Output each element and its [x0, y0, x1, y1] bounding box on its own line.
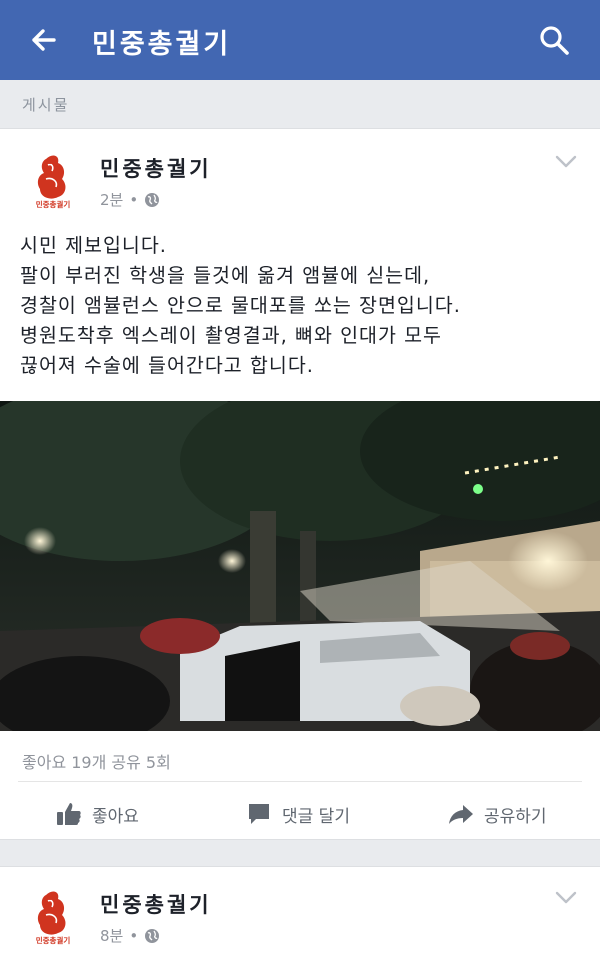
- post-author-name[interactable]: 민중총궐기: [100, 153, 212, 183]
- post-card: 민중총궐기 민중총궐기 2분 • 시민 제보입니다. 팔이 부러진 학생을 들것…: [0, 128, 600, 840]
- arrow-left-icon: [32, 29, 56, 51]
- chevron-down-icon[interactable]: [555, 155, 577, 169]
- post-meta: 8분 •: [100, 925, 160, 946]
- post-text-line: 경찰이 앰뷸런스 안으로 물대포를 쏘는 장면입니다.: [20, 294, 461, 317]
- page-title: 민중총궐기: [92, 29, 232, 60]
- like-button[interactable]: 좋아요: [56, 799, 139, 829]
- share-label: 공유하기: [484, 806, 547, 827]
- post-body-text: 시민 제보입니다. 팔이 부러진 학생을 들것에 옮겨 앰뷸에 싣는데, 경찰이…: [20, 231, 580, 381]
- comment-button[interactable]: 댓글 달기: [246, 799, 350, 829]
- post-card: 민중총궐기 민중총궐기 8분 •: [0, 866, 600, 958]
- dot-separator: •: [129, 190, 139, 209]
- post-stats[interactable]: 좋아요 19개 공유 5회: [22, 749, 171, 773]
- dot-separator: •: [129, 926, 139, 945]
- svg-text:민중총궐기: 민중총궐기: [36, 935, 71, 945]
- post-time[interactable]: 2분: [100, 189, 123, 210]
- globe-icon: [145, 192, 160, 207]
- post-text-line: 팔이 부러진 학생을 들것에 옮겨 앰뷸에 싣는데,: [20, 264, 431, 287]
- comment-icon: [249, 804, 269, 824]
- share-icon: [449, 805, 473, 824]
- divider: [18, 781, 582, 782]
- share-button[interactable]: 공유하기: [448, 799, 547, 829]
- back-button[interactable]: [22, 20, 66, 60]
- post-author-name[interactable]: 민중총궐기: [100, 889, 212, 919]
- video-frame-image: [0, 401, 600, 731]
- page-logo-avatar[interactable]: 민중총궐기: [28, 887, 78, 947]
- top-app-bar: 민중총궐기: [0, 0, 600, 80]
- post-video[interactable]: [0, 401, 600, 731]
- section-label: 게시물: [22, 96, 70, 114]
- search-button[interactable]: [532, 20, 576, 60]
- post-meta: 2분 •: [100, 189, 160, 210]
- thumbs-up-icon: [57, 803, 81, 825]
- svg-text:민중총궐기: 민중총궐기: [36, 199, 71, 209]
- comment-label: 댓글 달기: [282, 806, 350, 827]
- search-icon: [540, 26, 569, 55]
- globe-icon: [145, 928, 160, 943]
- post-text-line: 병원도착후 엑스레이 촬영결과, 뼈와 인대가 모두: [20, 324, 442, 347]
- post-text-line: 시민 제보입니다.: [20, 234, 167, 257]
- post-text-line: 끊어져 수술에 들어간다고 합니다.: [20, 354, 314, 377]
- post-time[interactable]: 8분: [100, 925, 123, 946]
- like-label: 좋아요: [92, 806, 139, 827]
- page-logo-avatar[interactable]: 민중총궐기: [28, 151, 78, 211]
- chevron-down-icon[interactable]: [555, 891, 577, 905]
